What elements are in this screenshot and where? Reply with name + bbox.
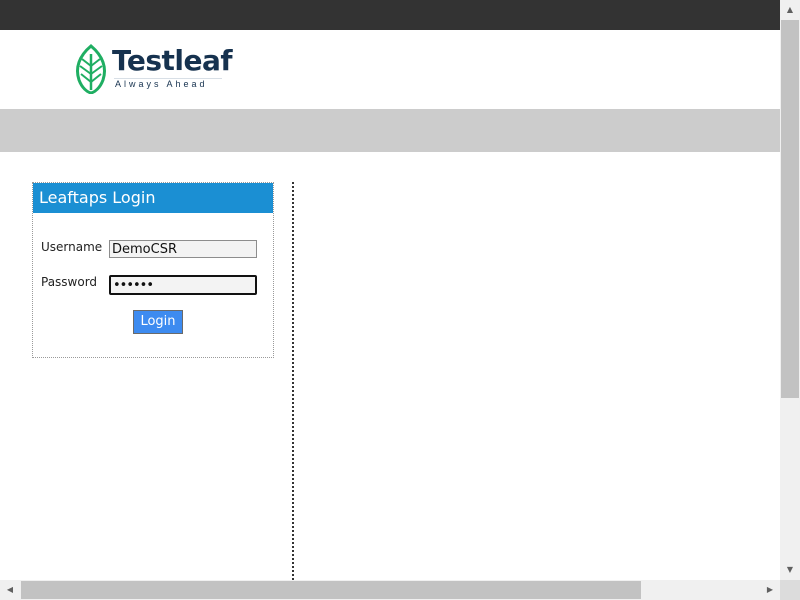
vertical-scrollbar[interactable]: ▲ ▼ [780,0,800,580]
column-divider [292,182,294,580]
horizontal-scroll-thumb[interactable] [21,581,641,599]
scrollbar-corner [780,580,800,600]
nav-bar [0,109,780,152]
login-button[interactable]: Login [133,310,183,334]
horizontal-scrollbar[interactable]: ◀ ▶ [0,580,780,600]
password-input[interactable] [109,275,257,295]
login-form: Leaftaps Login Username Password Login [32,182,274,358]
scroll-up-icon[interactable]: ▲ [780,0,800,20]
username-label: Username [41,240,103,254]
scroll-right-icon[interactable]: ▶ [760,580,780,600]
top-bar [0,0,780,30]
scroll-left-icon[interactable]: ◀ [0,580,20,600]
leaf-icon [76,44,106,94]
brand-logo[interactable]: Testleaf Always Ahead [74,44,234,96]
vertical-scroll-thumb[interactable] [781,20,799,398]
site-header: Testleaf Always Ahead [0,30,780,109]
scroll-down-icon[interactable]: ▼ [780,560,800,580]
username-input[interactable] [109,240,257,258]
login-panel-title: Leaftaps Login [33,183,273,213]
brand-name: Testleaf [112,44,233,77]
brand-tagline: Always Ahead [115,79,208,89]
password-label: Password [41,275,98,289]
